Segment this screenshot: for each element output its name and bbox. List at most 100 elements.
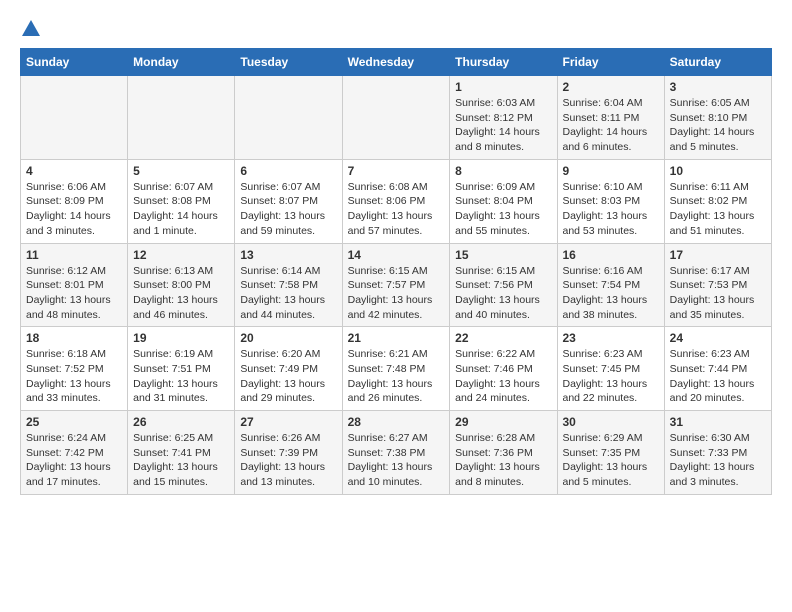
week-row-1: 1 Sunrise: 6:03 AM Sunset: 8:12 PM Daylig… (21, 76, 772, 160)
day-info: Sunrise: 6:22 AM Sunset: 7:46 PM Dayligh… (455, 347, 551, 406)
calendar-cell: 9Sunrise: 6:10 AM Sunset: 8:03 PM Daylig… (557, 159, 664, 243)
col-thursday: Thursday (450, 49, 557, 76)
day-number: 10 (670, 164, 766, 178)
day-info: Sunrise: 6:11 AM Sunset: 8:02 PM Dayligh… (670, 180, 766, 239)
day-number: 15 (455, 248, 551, 262)
header (20, 20, 772, 38)
week-row-3: 11 Sunrise: 6:12 AM Sunset: 8:01 PM Dayli… (21, 243, 772, 327)
day-info: Sunrise: 6:29 AM Sunset: 7:35 PM Dayligh… (563, 431, 659, 490)
week-row-4: 18Sunrise: 6:18 AM Sunset: 7:52 PM Dayli… (21, 327, 772, 411)
day-info: Sunrise: 6:05 AM Sunset: 8:10 PM Dayligh… (670, 96, 766, 155)
day-number: 14 (348, 248, 445, 262)
calendar-cell: 18Sunrise: 6:18 AM Sunset: 7:52 PM Dayli… (21, 327, 128, 411)
day-number: 11 (26, 248, 122, 262)
calendar-table: Sunday Monday Tuesday Wednesday Thursday… (20, 48, 772, 495)
day-number: 30 (563, 415, 659, 429)
day-number: 27 (240, 415, 336, 429)
calendar-cell: 10 Sunrise: 6:11 AM Sunset: 8:02 PM Dayli… (664, 159, 771, 243)
day-number: 2 (563, 80, 659, 94)
day-number: 29 (455, 415, 551, 429)
day-number: 12 (133, 248, 229, 262)
calendar-cell: 1 Sunrise: 6:03 AM Sunset: 8:12 PM Daylig… (450, 76, 557, 160)
calendar-cell: 25 Sunrise: 6:24 AM Sunset: 7:42 PM Dayli… (21, 411, 128, 495)
calendar-cell: 2 Sunrise: 6:04 AM Sunset: 8:11 PM Daylig… (557, 76, 664, 160)
day-number: 13 (240, 248, 336, 262)
day-info: Sunrise: 6:23 AM Sunset: 7:44 PM Dayligh… (670, 347, 766, 406)
day-number: 20 (240, 331, 336, 345)
day-number: 26 (133, 415, 229, 429)
calendar-cell: 12 Sunrise: 6:13 AM Sunset: 8:00 PM Dayli… (128, 243, 235, 327)
day-info: Sunrise: 6:28 AM Sunset: 7:36 PM Dayligh… (455, 431, 551, 490)
col-sunday: Sunday (21, 49, 128, 76)
day-number: 6 (240, 164, 336, 178)
col-tuesday: Tuesday (235, 49, 342, 76)
day-info: Sunrise: 6:16 AM Sunset: 7:54 PM Dayligh… (563, 264, 659, 323)
calendar-cell (128, 76, 235, 160)
day-number: 24 (670, 331, 766, 345)
col-friday: Friday (557, 49, 664, 76)
calendar-cell: 21 Sunrise: 6:21 AM Sunset: 7:48 PM Dayli… (342, 327, 450, 411)
day-info: Sunrise: 6:03 AM Sunset: 8:12 PM Dayligh… (455, 96, 551, 155)
day-info: Sunrise: 6:25 AM Sunset: 7:41 PM Dayligh… (133, 431, 229, 490)
day-info: Sunrise: 6:30 AM Sunset: 7:33 PM Dayligh… (670, 431, 766, 490)
calendar-cell: 13Sunrise: 6:14 AM Sunset: 7:58 PM Dayli… (235, 243, 342, 327)
day-info: Sunrise: 6:23 AM Sunset: 7:45 PM Dayligh… (563, 347, 659, 406)
day-number: 3 (670, 80, 766, 94)
calendar-cell: 28Sunrise: 6:27 AM Sunset: 7:38 PM Dayli… (342, 411, 450, 495)
calendar-cell: 16 Sunrise: 6:16 AM Sunset: 7:54 PM Dayli… (557, 243, 664, 327)
calendar-cell: 4 Sunrise: 6:06 AM Sunset: 8:09 PM Daylig… (21, 159, 128, 243)
week-row-2: 4 Sunrise: 6:06 AM Sunset: 8:09 PM Daylig… (21, 159, 772, 243)
day-info: Sunrise: 6:12 AM Sunset: 8:01 PM Dayligh… (26, 264, 122, 323)
col-wednesday: Wednesday (342, 49, 450, 76)
calendar-cell: 26 Sunrise: 6:25 AM Sunset: 7:41 PM Dayli… (128, 411, 235, 495)
week-row-5: 25 Sunrise: 6:24 AM Sunset: 7:42 PM Dayli… (21, 411, 772, 495)
calendar-cell (342, 76, 450, 160)
day-info: Sunrise: 6:19 AM Sunset: 7:51 PM Dayligh… (133, 347, 229, 406)
day-number: 8 (455, 164, 551, 178)
calendar-cell: 19 Sunrise: 6:19 AM Sunset: 7:51 PM Dayli… (128, 327, 235, 411)
day-info: Sunrise: 6:08 AM Sunset: 8:06 PM Dayligh… (348, 180, 445, 239)
calendar-cell: 29 Sunrise: 6:28 AM Sunset: 7:36 PM Dayli… (450, 411, 557, 495)
day-info: Sunrise: 6:09 AM Sunset: 8:04 PM Dayligh… (455, 180, 551, 239)
calendar-cell: 11 Sunrise: 6:12 AM Sunset: 8:01 PM Dayli… (21, 243, 128, 327)
calendar-cell (21, 76, 128, 160)
calendar-cell: 6 Sunrise: 6:07 AM Sunset: 8:07 PM Daylig… (235, 159, 342, 243)
calendar-cell: 3 Sunrise: 6:05 AM Sunset: 8:10 PM Daylig… (664, 76, 771, 160)
day-number: 21 (348, 331, 445, 345)
day-number: 31 (670, 415, 766, 429)
day-info: Sunrise: 6:04 AM Sunset: 8:11 PM Dayligh… (563, 96, 659, 155)
day-info: Sunrise: 6:24 AM Sunset: 7:42 PM Dayligh… (26, 431, 122, 490)
calendar-cell: 15 Sunrise: 6:15 AM Sunset: 7:56 PM Dayli… (450, 243, 557, 327)
calendar-cell: 22 Sunrise: 6:22 AM Sunset: 7:46 PM Dayli… (450, 327, 557, 411)
calendar-cell: 23 Sunrise: 6:23 AM Sunset: 7:45 PM Dayli… (557, 327, 664, 411)
day-info: Sunrise: 6:06 AM Sunset: 8:09 PM Dayligh… (26, 180, 122, 239)
day-number: 1 (455, 80, 551, 94)
day-info: Sunrise: 6:07 AM Sunset: 8:07 PM Dayligh… (240, 180, 336, 239)
logo-icon (22, 20, 40, 36)
day-info: Sunrise: 6:15 AM Sunset: 7:56 PM Dayligh… (455, 264, 551, 323)
header-row: Sunday Monday Tuesday Wednesday Thursday… (21, 49, 772, 76)
day-number: 4 (26, 164, 122, 178)
day-number: 16 (563, 248, 659, 262)
day-info: Sunrise: 6:07 AM Sunset: 8:08 PM Dayligh… (133, 180, 229, 239)
day-number: 23 (563, 331, 659, 345)
day-info: Sunrise: 6:20 AM Sunset: 7:49 PM Dayligh… (240, 347, 336, 406)
day-number: 7 (348, 164, 445, 178)
day-info: Sunrise: 6:27 AM Sunset: 7:38 PM Dayligh… (348, 431, 445, 490)
day-number: 22 (455, 331, 551, 345)
day-number: 5 (133, 164, 229, 178)
day-info: Sunrise: 6:17 AM Sunset: 7:53 PM Dayligh… (670, 264, 766, 323)
calendar-cell: 24 Sunrise: 6:23 AM Sunset: 7:44 PM Dayli… (664, 327, 771, 411)
day-info: Sunrise: 6:21 AM Sunset: 7:48 PM Dayligh… (348, 347, 445, 406)
logo (20, 20, 40, 38)
calendar-body: 1 Sunrise: 6:03 AM Sunset: 8:12 PM Daylig… (21, 76, 772, 495)
day-number: 19 (133, 331, 229, 345)
day-number: 17 (670, 248, 766, 262)
calendar-cell: 17 Sunrise: 6:17 AM Sunset: 7:53 PM Dayli… (664, 243, 771, 327)
day-info: Sunrise: 6:18 AM Sunset: 7:52 PM Dayligh… (26, 347, 122, 406)
col-saturday: Saturday (664, 49, 771, 76)
day-info: Sunrise: 6:13 AM Sunset: 8:00 PM Dayligh… (133, 264, 229, 323)
calendar-cell: 14Sunrise: 6:15 AM Sunset: 7:57 PM Dayli… (342, 243, 450, 327)
day-number: 25 (26, 415, 122, 429)
day-number: 9 (563, 164, 659, 178)
